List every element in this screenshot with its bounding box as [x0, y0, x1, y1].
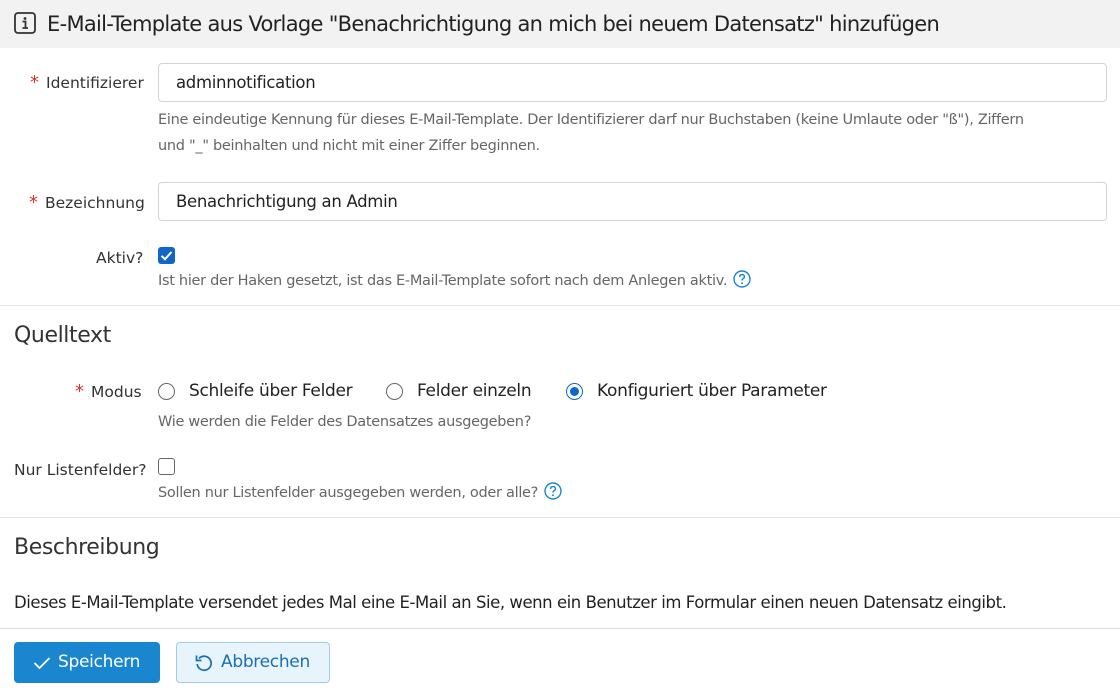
mode-radio-single[interactable]	[386, 383, 403, 400]
required-marker: *	[75, 381, 84, 402]
page-title: E-Mail-Template aus Vorlage "Benachricht…	[47, 12, 940, 36]
identifier-help-line2: und "_" beinhalten und nicht mit einer Z…	[158, 138, 540, 154]
identifier-label: Identifizierer	[46, 74, 144, 92]
help-icon[interactable]	[733, 270, 751, 288]
save-button-label: Speichern	[58, 652, 141, 672]
mode-radio-loop[interactable]	[158, 383, 175, 400]
active-label: Aktiv?	[96, 249, 144, 267]
mode-option-parameter[interactable]: Konfiguriert über Parameter	[597, 379, 827, 403]
divider	[0, 305, 1120, 306]
mode-label: Modus	[91, 383, 142, 401]
divider	[0, 517, 1120, 518]
list-fields-label: Nur Listenfelder?	[14, 461, 147, 479]
source-section-title: Quelltext	[14, 323, 111, 348]
identifier-help: Eine eindeutige Kennung für dieses E-Mai…	[158, 107, 1024, 159]
cancel-button[interactable]: Abbrechen	[176, 642, 330, 683]
divider	[0, 628, 1120, 629]
name-label: Bezeichnung	[45, 194, 145, 212]
active-help: Ist hier der Haken gesetzt, ist das E-Ma…	[158, 268, 751, 294]
list-fields-help: Sollen nur Listenfelder ausgegeben werde…	[158, 480, 562, 506]
check-icon	[33, 657, 51, 670]
mode-help: Wie werden die Felder des Datensatzes au…	[158, 414, 532, 430]
identifier-input[interactable]	[158, 63, 1107, 102]
name-input[interactable]	[158, 182, 1107, 221]
mode-option-loop[interactable]: Schleife über Felder	[189, 379, 353, 403]
required-marker: *	[30, 72, 39, 93]
identifier-help-line1: Eine eindeutige Kennung für dieses E-Mai…	[158, 112, 1024, 128]
info-icon	[14, 12, 36, 34]
undo-icon	[195, 655, 212, 672]
cancel-button-label: Abbrechen	[221, 652, 310, 672]
save-button[interactable]: Speichern	[14, 642, 160, 683]
list-fields-help-text: Sollen nur Listenfelder ausgegeben werde…	[158, 485, 539, 501]
active-checkbox[interactable]	[158, 247, 175, 264]
help-icon[interactable]	[544, 482, 562, 500]
description-text: Dieses E-Mail-Template versendet jedes M…	[14, 593, 1007, 612]
list-fields-checkbox[interactable]	[158, 458, 175, 475]
checkmark-icon	[160, 251, 173, 261]
mode-radio-parameter[interactable]	[566, 383, 583, 400]
page-header: E-Mail-Template aus Vorlage "Benachricht…	[0, 0, 1120, 48]
description-section-title: Beschreibung	[14, 535, 160, 560]
required-marker: *	[29, 192, 38, 213]
active-help-text: Ist hier der Haken gesetzt, ist das E-Ma…	[158, 273, 728, 289]
mode-option-single[interactable]: Felder einzeln	[417, 379, 532, 403]
